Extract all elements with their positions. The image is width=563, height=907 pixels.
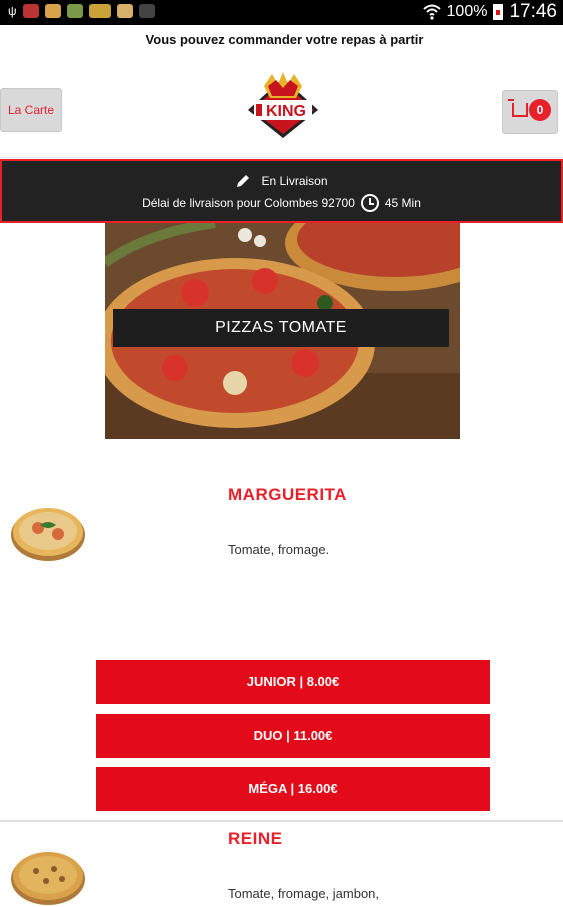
usb-icon: ψ bbox=[8, 4, 17, 18]
logo-text: KING bbox=[266, 103, 306, 120]
clock-icon bbox=[360, 194, 379, 212]
notification-icon bbox=[44, 4, 61, 18]
notification-icon bbox=[66, 4, 83, 18]
notification-icon bbox=[88, 4, 111, 18]
size-duo-button[interactable]: DUO | 11.00€ bbox=[96, 714, 490, 758]
notification-icon bbox=[116, 4, 133, 18]
menu-button[interactable]: La Carte bbox=[0, 88, 62, 132]
notification-icon bbox=[22, 4, 39, 18]
category-title: PIZZAS TOMATE bbox=[113, 309, 449, 347]
product-divider bbox=[0, 820, 563, 822]
margherita-thumbnail bbox=[11, 508, 85, 561]
cart-button[interactable]: 0 bbox=[502, 90, 558, 134]
reine-thumbnail bbox=[11, 852, 85, 905]
notification-icon bbox=[138, 4, 155, 18]
product-description: Tomate, fromage, jambon, bbox=[228, 886, 380, 901]
delivery-banner[interactable]: En Livraison Délai de livraison pour Col… bbox=[0, 159, 563, 223]
cart-count-badge: 0 bbox=[529, 99, 551, 121]
status-bar: ψ 100% 17:46 bbox=[0, 0, 563, 25]
king-logo: KING bbox=[248, 72, 318, 138]
system-status: 100% 17:46 bbox=[422, 1, 557, 23]
product-description: Tomate, fromage. bbox=[228, 542, 330, 557]
app-header: La Carte KING 0 bbox=[0, 55, 563, 158]
category-banner[interactable]: PIZZAS TOMATE bbox=[105, 223, 460, 439]
size-mega-button[interactable]: MÉGA | 16.00€ bbox=[96, 767, 490, 811]
delivery-delay-text: Délai de livraison pour Colombes 92700 bbox=[142, 196, 355, 210]
product-name: MARGUERITA bbox=[228, 485, 347, 504]
product-name: REINE bbox=[228, 829, 283, 848]
cart-icon bbox=[508, 99, 528, 117]
delivery-mode: En Livraison bbox=[261, 174, 328, 188]
battery-level: 100% bbox=[446, 3, 488, 20]
battery-icon bbox=[493, 4, 504, 20]
wifi-icon bbox=[422, 4, 441, 20]
delivery-duration: 45 Min bbox=[384, 196, 421, 210]
info-marquee: Vous pouvez commander votre repas à part… bbox=[145, 32, 424, 47]
size-junior-button[interactable]: JUNIOR | 8.00€ bbox=[96, 660, 490, 704]
clock: 17:46 bbox=[509, 1, 557, 22]
pencil-icon bbox=[237, 175, 250, 187]
notification-area: ψ bbox=[8, 4, 155, 18]
